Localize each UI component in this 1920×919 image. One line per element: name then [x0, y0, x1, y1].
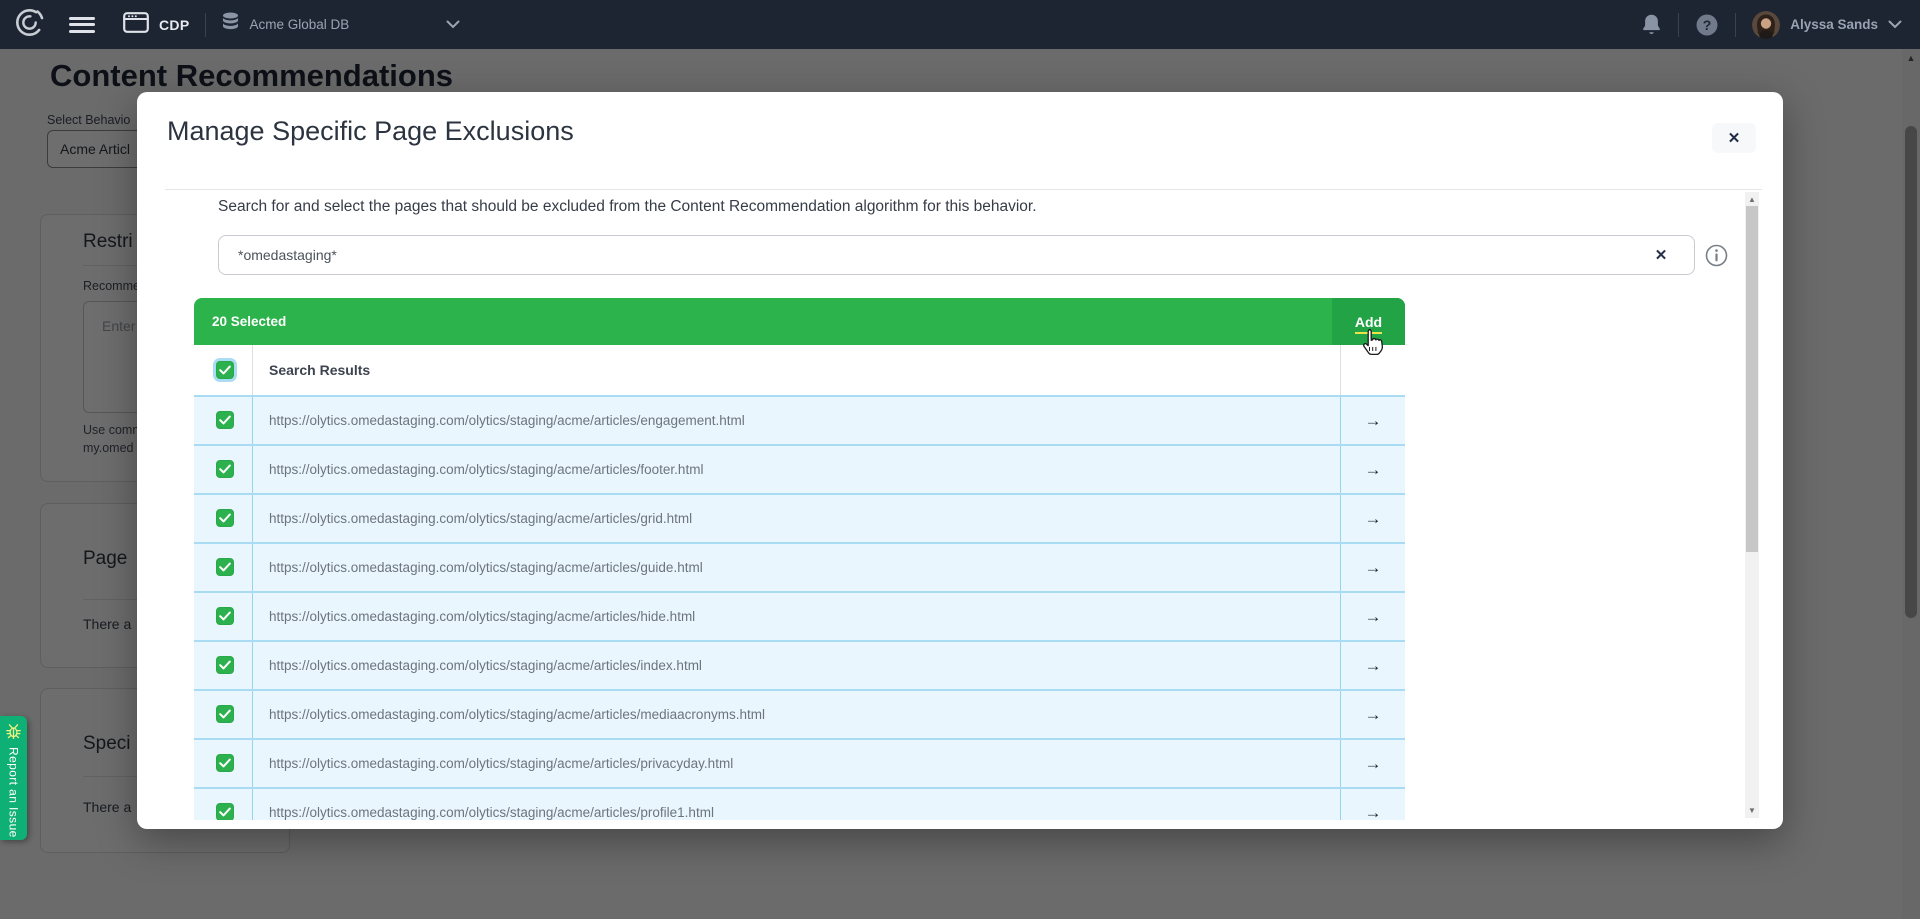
search-input-value: *omedastaging* [238, 236, 337, 274]
result-url: https://olytics.omedastaging.com/olytics… [269, 691, 765, 738]
modal-scrollbar[interactable]: ▲ ▼ [1745, 192, 1759, 818]
bug-icon [5, 723, 22, 742]
result-url: https://olytics.omedastaging.com/olytics… [269, 642, 702, 689]
modal-close-button[interactable]: ✕ [1712, 123, 1756, 153]
chevron-down-icon [446, 16, 460, 34]
user-chevron-down-icon[interactable] [1888, 16, 1902, 34]
row-open-arrow-button[interactable]: → [1341, 789, 1405, 820]
nav-divider [1678, 13, 1679, 37]
close-icon: ✕ [1728, 130, 1741, 147]
manage-page-exclusions-modal: Manage Specific Page Exclusions ✕ Search… [137, 92, 1783, 829]
selected-count-label: 20 Selected [212, 298, 286, 345]
search-info-icon[interactable] [1705, 244, 1728, 267]
report-issue-button[interactable]: Report an Issue [0, 716, 27, 840]
notifications-bell-icon[interactable] [1641, 13, 1662, 36]
database-selector[interactable]: Acme Global DB [222, 12, 460, 38]
result-row[interactable]: https://olytics.omedastaging.com/olytics… [194, 642, 1405, 691]
column-divider [252, 642, 253, 689]
modal-title: Manage Specific Page Exclusions [167, 116, 574, 147]
scroll-down-arrow[interactable]: ▼ [1745, 806, 1759, 815]
column-divider [252, 495, 253, 542]
results-rows: https://olytics.omedastaging.com/olytics… [194, 397, 1405, 820]
column-divider [252, 789, 253, 820]
results-header-row: Search Results [194, 345, 1405, 397]
cdp-label: CDP [159, 17, 189, 33]
row-checkbox[interactable] [216, 607, 234, 625]
row-open-arrow-button[interactable]: → [1341, 642, 1405, 689]
user-name: Alyssa Sands [1790, 17, 1878, 32]
result-row[interactable]: https://olytics.omedastaging.com/olytics… [194, 446, 1405, 495]
row-checkbox[interactable] [216, 754, 234, 772]
row-checkbox[interactable] [216, 460, 234, 478]
svg-text:?: ? [1703, 16, 1712, 32]
result-row[interactable]: https://olytics.omedastaging.com/olytics… [194, 740, 1405, 789]
database-name: Acme Global DB [249, 17, 349, 32]
menu-hamburger-icon[interactable] [69, 15, 95, 35]
select-all-checkbox[interactable] [216, 361, 234, 379]
column-divider [252, 691, 253, 738]
results-header-label: Search Results [269, 345, 370, 395]
result-url: https://olytics.omedastaging.com/olytics… [269, 593, 695, 640]
cdp-app-switcher[interactable]: CDP [123, 12, 189, 38]
row-checkbox[interactable] [216, 411, 234, 429]
result-url: https://olytics.omedastaging.com/olytics… [269, 740, 733, 787]
page-search-input[interactable]: *omedastaging* ✕ [218, 235, 1695, 275]
result-row[interactable]: https://olytics.omedastaging.com/olytics… [194, 593, 1405, 642]
row-open-arrow-button[interactable]: → [1341, 740, 1405, 787]
column-divider [252, 740, 253, 787]
add-button[interactable]: Add [1332, 298, 1405, 345]
result-url: https://olytics.omedastaging.com/olytics… [269, 544, 703, 591]
row-open-arrow-button[interactable]: → [1341, 495, 1405, 542]
result-row[interactable]: https://olytics.omedastaging.com/olytics… [194, 495, 1405, 544]
row-checkbox[interactable] [216, 705, 234, 723]
column-divider [252, 345, 253, 395]
result-row[interactable]: https://olytics.omedastaging.com/olytics… [194, 397, 1405, 446]
clear-x-icon: ✕ [1655, 247, 1668, 264]
result-row[interactable]: https://olytics.omedastaging.com/olytics… [194, 789, 1405, 820]
search-clear-button[interactable]: ✕ [1648, 243, 1674, 267]
scroll-up-arrow[interactable]: ▲ [1745, 195, 1759, 204]
result-url: https://olytics.omedastaging.com/olytics… [269, 789, 714, 820]
row-open-arrow-button[interactable]: → [1341, 397, 1405, 444]
column-divider [252, 446, 253, 493]
nav-divider [205, 13, 206, 37]
app-root: CDP Acme Global DB [0, 0, 1920, 919]
column-divider [252, 593, 253, 640]
column-divider [252, 397, 253, 444]
user-avatar[interactable] [1752, 11, 1780, 39]
row-checkbox[interactable] [216, 509, 234, 527]
row-checkbox[interactable] [216, 656, 234, 674]
result-url: https://olytics.omedastaging.com/olytics… [269, 397, 745, 444]
column-divider [252, 544, 253, 591]
result-row[interactable]: https://olytics.omedastaging.com/olytics… [194, 691, 1405, 740]
row-checkbox[interactable] [216, 558, 234, 576]
row-open-arrow-button[interactable]: → [1341, 691, 1405, 738]
app-window-icon [123, 12, 149, 38]
report-issue-label: Report an Issue [7, 747, 21, 838]
modal-instruction-text: Search for and select the pages that sho… [218, 198, 1037, 216]
row-checkbox[interactable] [216, 803, 234, 820]
modal-scrollbar-thumb[interactable] [1746, 206, 1758, 552]
top-nav: CDP Acme Global DB [0, 0, 1920, 49]
database-icon [222, 12, 239, 38]
result-url: https://olytics.omedastaging.com/olytics… [269, 446, 703, 493]
column-divider [1340, 345, 1341, 395]
nav-divider [1735, 13, 1736, 37]
row-open-arrow-button[interactable]: → [1341, 593, 1405, 640]
help-icon[interactable]: ? [1695, 13, 1719, 37]
row-open-arrow-button[interactable]: → [1341, 544, 1405, 591]
omeda-logo-icon[interactable] [14, 7, 45, 43]
selection-bar: 20 Selected Add [194, 298, 1405, 345]
result-url: https://olytics.omedastaging.com/olytics… [269, 495, 692, 542]
modal-scroll-body: Search for and select the pages that sho… [137, 190, 1783, 820]
row-open-arrow-button[interactable]: → [1341, 446, 1405, 493]
result-row[interactable]: https://olytics.omedastaging.com/olytics… [194, 544, 1405, 593]
